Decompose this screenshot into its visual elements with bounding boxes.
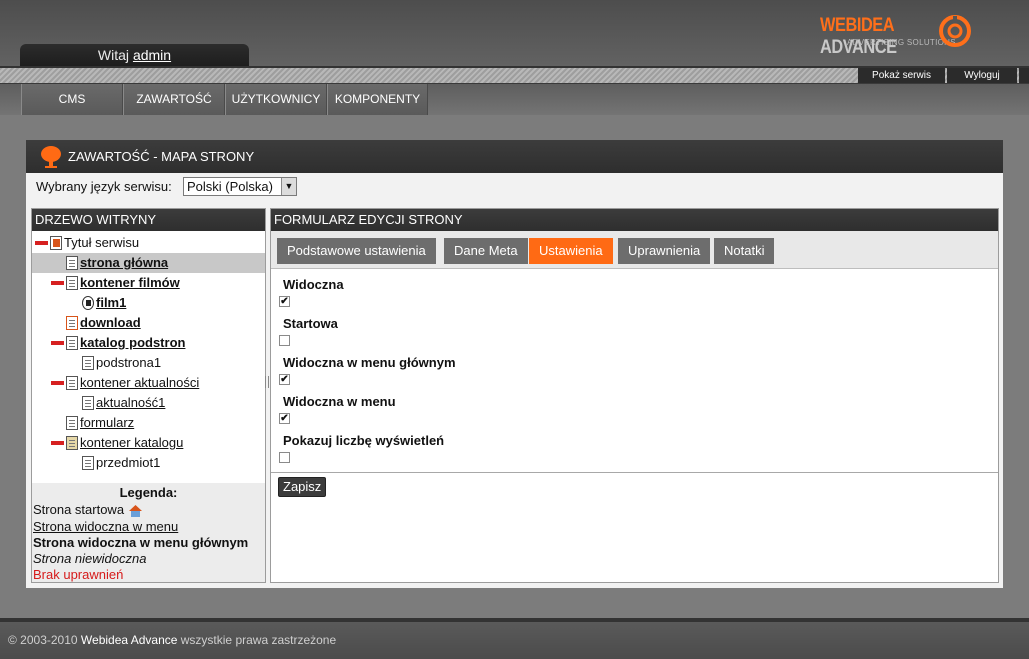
home-page-icon (50, 235, 62, 250)
collapse-icon[interactable] (51, 341, 64, 345)
top-links-end (1019, 68, 1029, 83)
site-tree-title: DRZEWO WITRYNY (32, 209, 265, 231)
page-icon (82, 355, 94, 370)
page-icon (66, 255, 78, 270)
field-menu-checkbox[interactable]: ✔ (279, 413, 290, 424)
edit-form-title: FORMULARZ EDYCJI STRONY (271, 209, 998, 231)
nav-cms[interactable]: CMS (21, 84, 123, 115)
tab-basic-settings[interactable]: Podstawowe ustawienia (277, 238, 436, 264)
field-start-label: Startowa (283, 316, 338, 331)
edit-form-panel: FORMULARZ EDYCJI STRONY Podstawowe ustaw… (270, 208, 999, 583)
page-title: ZAWARTOŚĆ - MAPA STRONY (68, 149, 255, 164)
panel-splitter[interactable] (265, 376, 269, 388)
field-views-checkbox[interactable] (279, 452, 290, 463)
collapse-icon[interactable] (51, 281, 64, 285)
show-site-link[interactable]: Pokaż serwis (858, 68, 945, 83)
logo-mark-icon (939, 15, 971, 47)
field-start-checkbox[interactable] (279, 335, 290, 346)
tree-node-home[interactable]: strona główna (32, 253, 265, 273)
tree-node-news[interactable]: kontener aktualności (66, 373, 199, 393)
legend-no-rights: Brak uprawnień (33, 567, 124, 582)
tree-node-root[interactable]: Tytuł serwisu (50, 233, 139, 253)
legend-title: Legenda: (119, 485, 178, 500)
footer-rights: wszystkie prawa zastrzeżone (180, 633, 337, 647)
tree-node-catalog[interactable]: katalog podstron (66, 333, 185, 353)
tree-node-download[interactable]: download (66, 313, 141, 333)
legend-menu: Strona widoczna w menu (33, 519, 179, 534)
movie-container-icon (66, 275, 78, 290)
language-label: Wybrany język serwisu: (36, 179, 172, 194)
field-visible-checkbox[interactable]: ✔ (279, 296, 290, 307)
site-tree-panel: DRZEWO WITRYNY Tytuł serwisu strona głów… (31, 208, 266, 583)
tab-settings[interactable]: Ustawienia (529, 238, 613, 264)
tree-node-catalog-container[interactable]: kontener katalogu (66, 433, 183, 453)
logo-title: WEBIDEA ADVANCE (820, 15, 958, 59)
tab-permissions[interactable]: Uprawnienia (618, 238, 711, 264)
tree-node-item1[interactable]: przedmiot1 (82, 453, 160, 473)
collapse-icon[interactable] (35, 241, 48, 245)
top-links: Pokaż serwis Wyloguj (858, 68, 1029, 83)
tree-node-movies[interactable]: kontener filmów (66, 273, 180, 293)
field-main-menu-checkbox[interactable]: ✔ (279, 374, 290, 385)
news-container-icon (66, 375, 78, 390)
item-icon (82, 455, 94, 470)
legend-main-menu: Strona widoczna w menu głównym (33, 535, 249, 550)
user-link[interactable]: admin (133, 47, 171, 63)
logo: WEBIDEA ADVANCE ADVERTISING SOLUTIONS (820, 14, 980, 58)
nav-components[interactable]: KOMPONENTY (327, 84, 428, 115)
download-icon (66, 315, 78, 330)
tree-node-subpage1[interactable]: podstrona1 (82, 353, 161, 373)
field-main-menu-label: Widoczna w menu głównym (283, 355, 456, 370)
film-icon (82, 295, 94, 310)
footer: © 2003-2010 Webidea Advance wszystkie pr… (0, 622, 1029, 659)
legend: Legenda: Strona startowa Strona widoczna… (32, 483, 265, 582)
footer-copyright: © 2003-2010 (8, 633, 78, 647)
collapse-icon[interactable] (51, 441, 64, 445)
legend-hidden: Strona niewidoczna (33, 551, 147, 566)
header: Witaj admin WEBIDEA ADVANCE ADVERTISING … (0, 0, 1029, 66)
form-icon (66, 415, 78, 430)
tree-icon (41, 146, 61, 168)
language-select[interactable]: Polski (Polska) ▼ (183, 177, 297, 196)
form-divider (271, 472, 998, 473)
main-panel: ZAWARTOŚĆ - MAPA STRONY Wybrany język se… (26, 140, 1003, 588)
tree-node-form[interactable]: formularz (66, 413, 134, 433)
form-tabs: Podstawowe ustawienia Dane Meta Ustawien… (271, 231, 998, 269)
logout-link[interactable]: Wyloguj (947, 68, 1017, 83)
welcome-text: Witaj (97, 47, 130, 63)
field-views-label: Pokazuj liczbę wyświetleń (283, 433, 445, 448)
tree-node-news1[interactable]: aktualność1 (82, 393, 165, 413)
legend-start: Strona startowa (33, 502, 143, 518)
tree-node-film1[interactable]: film1 (82, 293, 126, 313)
site-tree: Tytuł serwisu strona główna kontener fil… (32, 231, 265, 483)
tab-meta[interactable]: Dane Meta (444, 238, 528, 264)
catalog-icon (66, 435, 78, 450)
chevron-down-icon[interactable]: ▼ (281, 178, 296, 195)
logo-brand: WEBIDEA (820, 15, 894, 36)
field-visible-label: Widoczna (283, 277, 344, 292)
language-value: Polski (Polska) (187, 179, 273, 194)
news-icon (82, 395, 94, 410)
save-button[interactable]: Zapisz (278, 477, 327, 497)
nav-content[interactable]: ZAWARTOŚĆ (123, 84, 225, 115)
field-menu-label: Widoczna w menu (283, 394, 396, 409)
folder-pages-icon (66, 335, 78, 350)
main-nav: CMS ZAWARTOŚĆ UŻYTKOWNICY KOMPONENTY (0, 83, 1029, 115)
collapse-icon[interactable] (51, 381, 64, 385)
footer-brand: Webidea Advance (80, 633, 178, 647)
tab-notes[interactable]: Notatki (714, 238, 775, 264)
page-title-bar: ZAWARTOŚĆ - MAPA STRONY (26, 140, 1003, 173)
house-icon (128, 504, 142, 517)
nav-users[interactable]: UŻYTKOWNICY (225, 84, 327, 115)
welcome-tab: Witaj admin (20, 44, 249, 66)
